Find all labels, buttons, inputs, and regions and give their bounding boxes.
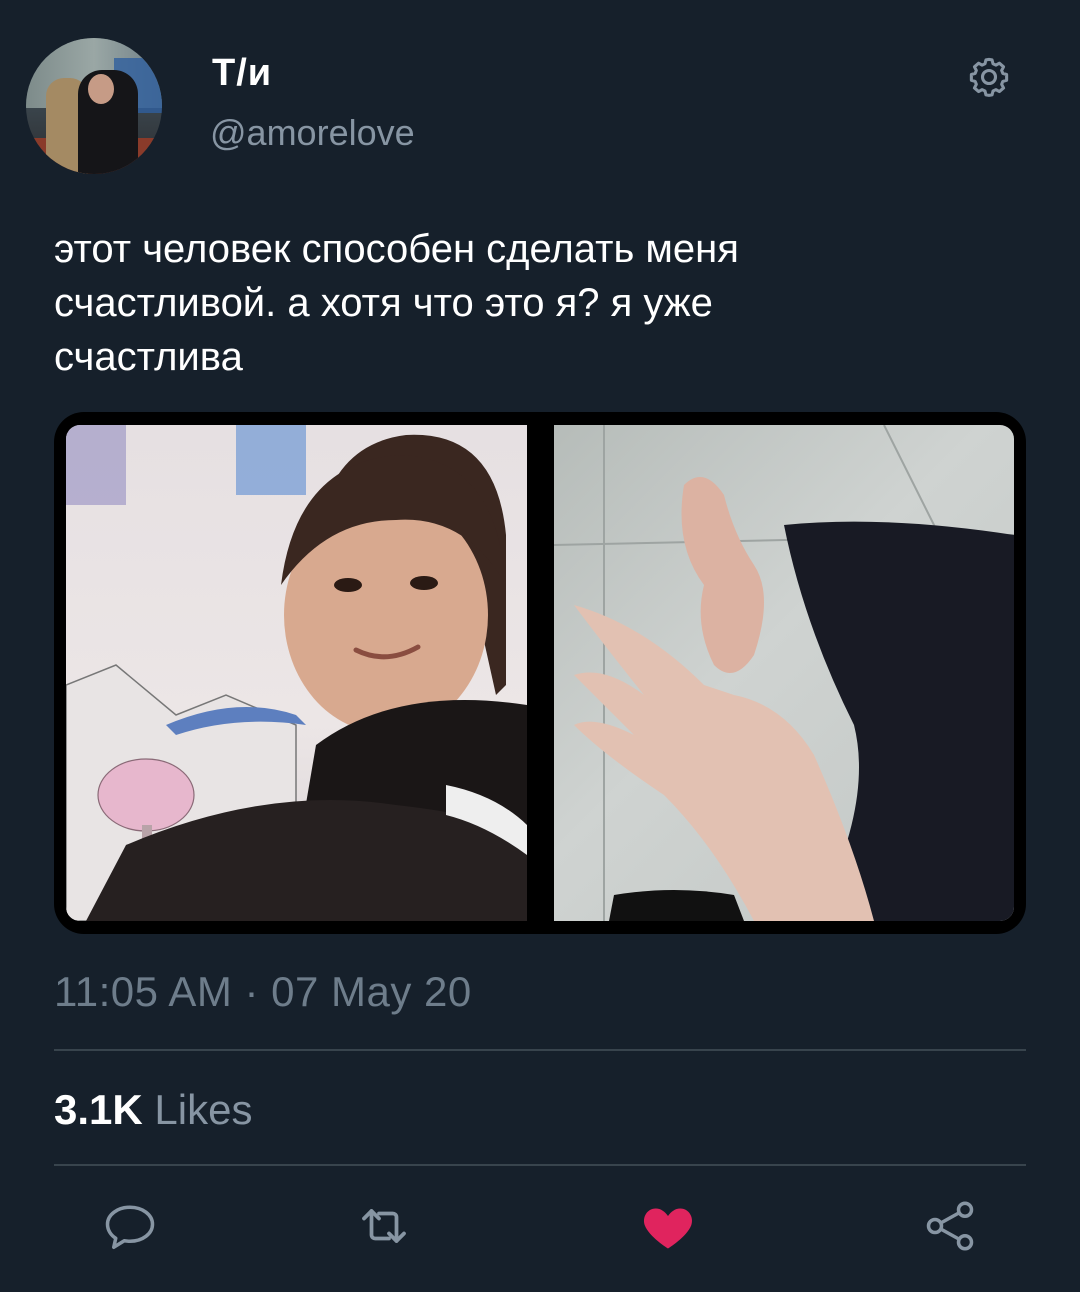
likes-label: Likes bbox=[154, 1086, 253, 1133]
tweet-text: этот человек способен сделать меня счаст… bbox=[54, 227, 739, 379]
avatar[interactable] bbox=[26, 38, 162, 174]
speech-bubble-icon[interactable] bbox=[100, 1196, 160, 1256]
media-grid bbox=[54, 412, 1026, 934]
photo-right[interactable] bbox=[554, 425, 1014, 921]
retweet-icon[interactable] bbox=[354, 1196, 414, 1256]
share-icon[interactable] bbox=[920, 1196, 980, 1256]
gear-icon[interactable] bbox=[966, 54, 1012, 100]
divider bbox=[54, 1164, 1026, 1166]
display-name[interactable]: Т/и bbox=[212, 52, 272, 95]
heart-icon[interactable] bbox=[638, 1196, 698, 1256]
photo-left[interactable] bbox=[66, 425, 527, 921]
user-handle[interactable]: @amorelove bbox=[210, 112, 415, 154]
tweet-timestamp: 11:05 AM · 07 May 20 bbox=[54, 968, 472, 1015]
likes-stat[interactable]: 3.1K Likes bbox=[54, 1086, 252, 1134]
divider bbox=[54, 1049, 1026, 1051]
likes-count: 3.1K bbox=[54, 1086, 143, 1133]
